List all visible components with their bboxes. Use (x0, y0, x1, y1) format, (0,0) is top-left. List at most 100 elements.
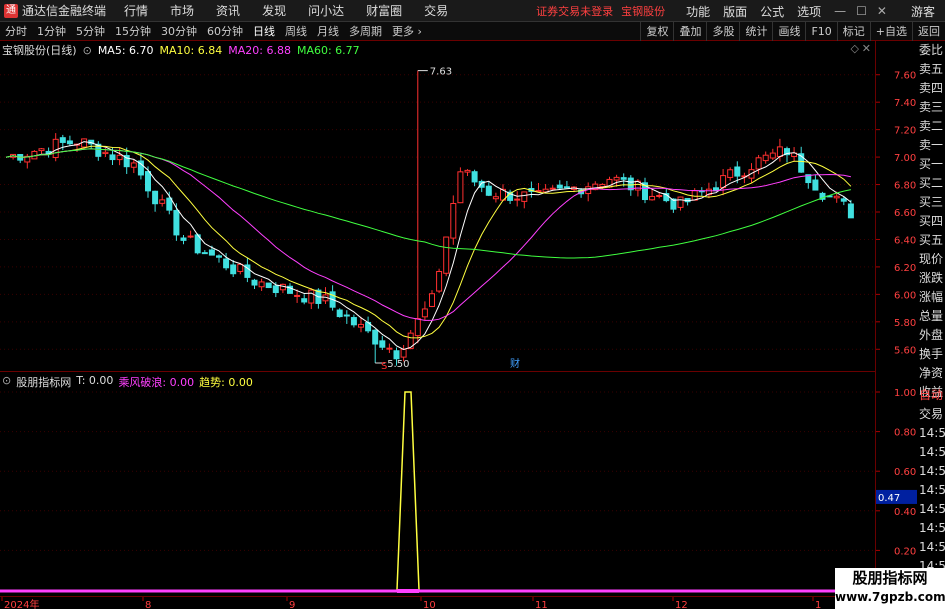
tool-back[interactable]: 返回 (912, 22, 945, 41)
indicator-toggle-icon[interactable]: ⊙ (2, 374, 11, 390)
price-tick-6: 6.40 (894, 235, 916, 246)
menu-quotes[interactable]: 行情 (124, 2, 148, 19)
menu-news[interactable]: 资讯 (216, 2, 240, 19)
indicator-chart[interactable] (0, 372, 875, 596)
period-more-label: 更多 (392, 25, 414, 38)
price-tick-10: 5.60 (894, 345, 916, 356)
high-label: 7.63 (430, 67, 452, 78)
ind-value-marker: 0.47 (878, 493, 900, 504)
guest-label[interactable]: 游客 (911, 3, 935, 20)
period-more[interactable]: 更多 › (387, 23, 427, 39)
tool-add-watch[interactable]: +自选 (869, 22, 912, 41)
close-icon[interactable]: ✕ (877, 4, 887, 18)
tool-multi-stock[interactable]: 多股 (706, 22, 739, 41)
indicator-pane[interactable]: ⊙ 股朋指标网 T: 0.00 乘风破浪: 0.00 趋势: 0.00 (0, 372, 875, 596)
price-axis: 7.60 7.40 7.20 7.00 6.80 6.60 6.40 6.20 6.00 5.80… (875, 41, 918, 596)
price-tick-5: 6.60 (894, 208, 916, 219)
period-multi[interactable]: 多周期 (344, 23, 387, 39)
candle-body (251, 279, 258, 286)
candle-body (734, 166, 741, 177)
side-item-8: 买三 (919, 195, 944, 209)
kline-pane[interactable]: 7.63 5.50 S 财 宝钢股份(日线) ⊙ MA5: 6.70 MA10: 6.… (0, 41, 875, 372)
menu-market[interactable]: 市场 (170, 2, 194, 19)
candle-body (386, 347, 393, 350)
side-item-9: 买四 (919, 214, 944, 228)
candle-body (727, 169, 734, 178)
candle-body (116, 154, 123, 161)
side-bottom-item-1[interactable]: 交易 (917, 405, 945, 424)
menu-function[interactable]: 功能 (686, 3, 710, 20)
period-60min[interactable]: 60分钟 (202, 23, 248, 39)
stock-label: 宝钢股份(日线) (2, 44, 77, 57)
side-item-13: 涨幅 (919, 290, 944, 304)
tool-stats[interactable]: 统计 (739, 22, 772, 41)
candle-body (812, 179, 819, 191)
candle-body (336, 309, 343, 318)
date-tick-6: 1 (815, 600, 821, 609)
candle-body (216, 255, 222, 258)
period-30min[interactable]: 30分钟 (156, 23, 202, 39)
ind-tick-3: 0.40 (894, 507, 916, 518)
indicator-trend: 趋势: 0.00 (199, 376, 253, 389)
side-item-4: 卖二 (919, 119, 944, 133)
candle-body (343, 314, 350, 317)
period-monthly[interactable]: 月线 (312, 23, 344, 39)
menu-discover[interactable]: 发现 (262, 2, 286, 19)
period-weekly[interactable]: 周线 (280, 23, 312, 39)
candle-body (223, 258, 230, 269)
ind-tick-0: 1.00 (894, 388, 916, 399)
tool-mark[interactable]: 标记 (836, 22, 870, 41)
candle-body (294, 294, 301, 297)
candle-body (436, 271, 443, 292)
side-item-11: 现价 (919, 252, 944, 266)
date-tick-1: 8 (145, 600, 151, 609)
ind-tick-1: 0.80 (894, 428, 916, 439)
candle-body (649, 195, 656, 201)
candle-body (556, 184, 563, 189)
marker-finance: 财 (510, 357, 520, 370)
period-tick[interactable]: 分时 (0, 23, 32, 39)
side-bottom-item-0[interactable]: 自动 (917, 386, 945, 405)
pane-settings-icon[interactable]: ◇ (851, 42, 859, 55)
date-tick-5: 12 (675, 600, 688, 609)
stock-notice: 宝钢股份 (621, 4, 666, 18)
indicator-wind: 乘风破浪: 0.00 (118, 376, 195, 389)
date-tick-0: 2024年 (4, 598, 39, 609)
minimize-icon[interactable]: — (834, 4, 846, 18)
candle-body (492, 196, 499, 200)
tool-f10[interactable]: F10 (805, 22, 836, 41)
watermark-url: www.7gpzb.com (835, 590, 945, 604)
menu-wealth[interactable]: 财富圈 (366, 2, 402, 19)
date-axis: 2024年 8 9 10 11 12 1 (0, 596, 875, 609)
kline-chart[interactable]: 7.63 5.50S 财 (0, 41, 875, 372)
side-bottom-item-6: 14:56 (919, 502, 945, 516)
period-5min[interactable]: 5分钟 (71, 23, 110, 39)
candle-body (677, 196, 684, 208)
tool-overlay[interactable]: 叠加 (673, 22, 706, 41)
candle-body (847, 203, 854, 219)
menu-options[interactable]: 选项 (797, 3, 821, 20)
period-daily[interactable]: 日线 (248, 23, 280, 39)
period-15min[interactable]: 15分钟 (110, 23, 156, 39)
candle-body (521, 191, 528, 202)
indicator-name: 股朋指标网 (16, 376, 72, 389)
candle-body (429, 293, 435, 307)
menu-formula[interactable]: 公式 (760, 3, 784, 20)
tool-restore-right[interactable]: 复权 (640, 22, 673, 41)
title-bar: 通 通达信金融终端 行情 市场 资讯 发现 问小达 财富圈 交易 证券交易未登录… (0, 0, 945, 22)
login-notice[interactable]: 证券交易未登录 (536, 3, 613, 19)
candle-body (762, 154, 769, 162)
candle-body (755, 157, 762, 170)
menu-trade[interactable]: 交易 (424, 2, 448, 19)
maximize-icon[interactable]: ☐ (856, 4, 867, 18)
period-1min[interactable]: 1分钟 (32, 23, 71, 39)
candle-body (38, 148, 45, 152)
tool-draw[interactable]: 画线 (772, 22, 805, 41)
candle-body (457, 171, 464, 204)
legend-toggle-icon[interactable]: ⊙ (83, 44, 92, 57)
pane-close-icon[interactable]: ✕ (862, 42, 871, 55)
menu-layout[interactable]: 版面 (723, 3, 747, 20)
candle-body (471, 171, 478, 183)
menu-ask[interactable]: 问小达 (308, 2, 344, 19)
side-item-15: 外盘 (919, 328, 944, 342)
